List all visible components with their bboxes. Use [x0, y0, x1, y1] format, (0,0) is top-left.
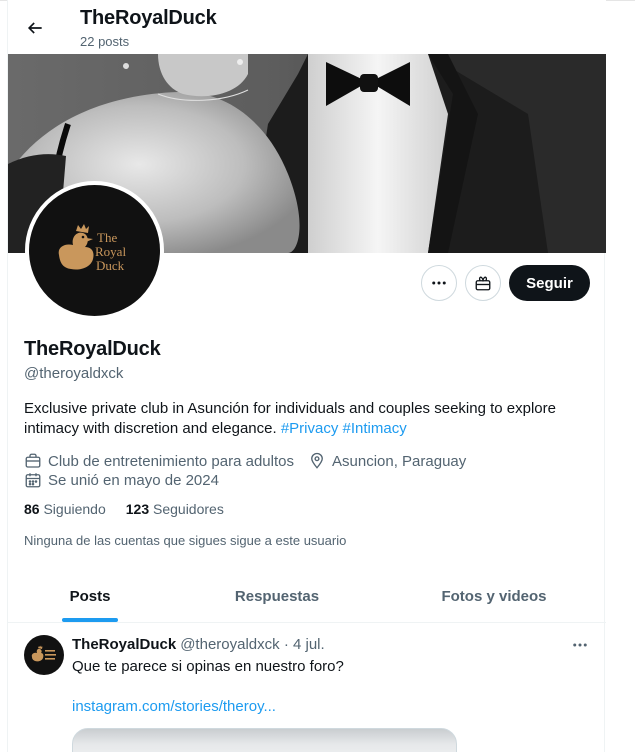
following-count: 86	[24, 501, 40, 517]
tweet-date[interactable]: · 4 jul.	[280, 636, 325, 653]
profile-bio: Exclusive private club in Asunción for i…	[24, 399, 594, 439]
profile-stats: 86 Siguiendo 123 Seguidores	[24, 501, 244, 517]
tweet-media-preview[interactable]	[72, 728, 457, 752]
following-link[interactable]: 86 Siguiendo	[24, 501, 106, 517]
back-arrow-icon	[27, 22, 42, 34]
profile-handle: @theroyaldxck	[24, 365, 124, 382]
header-title: TheRoyalDuck	[80, 7, 217, 29]
tab-posts[interactable]: Posts	[8, 570, 172, 622]
more-icon	[432, 281, 446, 285]
tweet-link[interactable]: instagram.com/stories/theroy...	[72, 698, 276, 715]
hashtag-intimacy[interactable]: #Intimacy	[343, 420, 407, 437]
avatar-logo-line3: Duck	[96, 258, 125, 273]
royal-duck-logo: The Royal Duck	[58, 224, 126, 273]
profile-joined-row: Se unió en mayo de 2024	[24, 470, 219, 490]
profile-joined: Se unió en mayo de 2024	[48, 471, 219, 489]
location-pin-icon	[311, 452, 323, 469]
profile-category: Club de entretenimiento para adultos	[48, 452, 294, 470]
profile-header: TheRoyalDuck 22 posts	[8, 0, 606, 54]
follow-button[interactable]: Seguir	[509, 265, 590, 301]
tab-active-indicator	[62, 618, 118, 622]
gift-icon	[475, 276, 491, 291]
tab-posts-label: Posts	[69, 587, 111, 605]
tweet-text: Que te parece si opinas en nuestro foro?	[72, 658, 344, 675]
profile-location: Asuncion, Paraguay	[332, 452, 467, 470]
more-icon	[573, 643, 587, 647]
calendar-icon	[25, 473, 41, 488]
followers-count: 123	[125, 501, 150, 517]
tab-replies[interactable]: Respuestas	[172, 570, 382, 622]
tab-replies-label: Respuestas	[234, 587, 320, 605]
profile-column: TheRoyalDuck 22 posts The Royal Duck Seg…	[7, 0, 606, 752]
avatar-logo-line2: Royal	[95, 244, 126, 259]
tweet-date-text: · 4 jul.	[283, 636, 325, 653]
tweet[interactable]: TheRoyalDuck @theroyaldxck · 4 jul. Que …	[8, 623, 606, 752]
tweet-author-handle[interactable]: @theroyaldxck	[180, 636, 279, 653]
avatar-logo-line1: The	[97, 230, 117, 245]
followers-label: Seguidores	[153, 501, 224, 517]
profile-avatar[interactable]: The Royal Duck	[25, 181, 164, 320]
briefcase-icon	[25, 453, 41, 468]
tweet-author-name[interactable]: TheRoyalDuck	[72, 636, 176, 653]
royal-duck-logo-small	[31, 645, 56, 662]
hashtag-privacy[interactable]: #Privacy	[281, 420, 339, 437]
following-label: Siguiendo	[43, 501, 106, 517]
tweet-more-button[interactable]	[567, 635, 593, 655]
profile-meta-row: Club de entretenimiento para adultos Asu…	[24, 451, 466, 471]
back-button[interactable]	[18, 11, 52, 45]
profile-tabs: Posts Respuestas Fotos y videos	[8, 570, 606, 623]
followers-link[interactable]: 123 Seguidores	[126, 501, 224, 517]
profile-name: TheRoyalDuck	[24, 338, 161, 360]
no-common-followers-text: Ninguna de las cuentas que sigues sigue …	[24, 533, 347, 548]
header-post-count: 22 posts	[80, 34, 130, 49]
gift-button[interactable]	[465, 265, 501, 301]
tab-media[interactable]: Fotos y videos	[382, 570, 606, 622]
tweet-author-avatar[interactable]	[24, 635, 64, 675]
tab-media-label: Fotos y videos	[441, 587, 547, 605]
more-options-button[interactable]	[421, 265, 457, 301]
tweet-header: TheRoyalDuck @theroyaldxck · 4 jul.	[72, 636, 325, 653]
